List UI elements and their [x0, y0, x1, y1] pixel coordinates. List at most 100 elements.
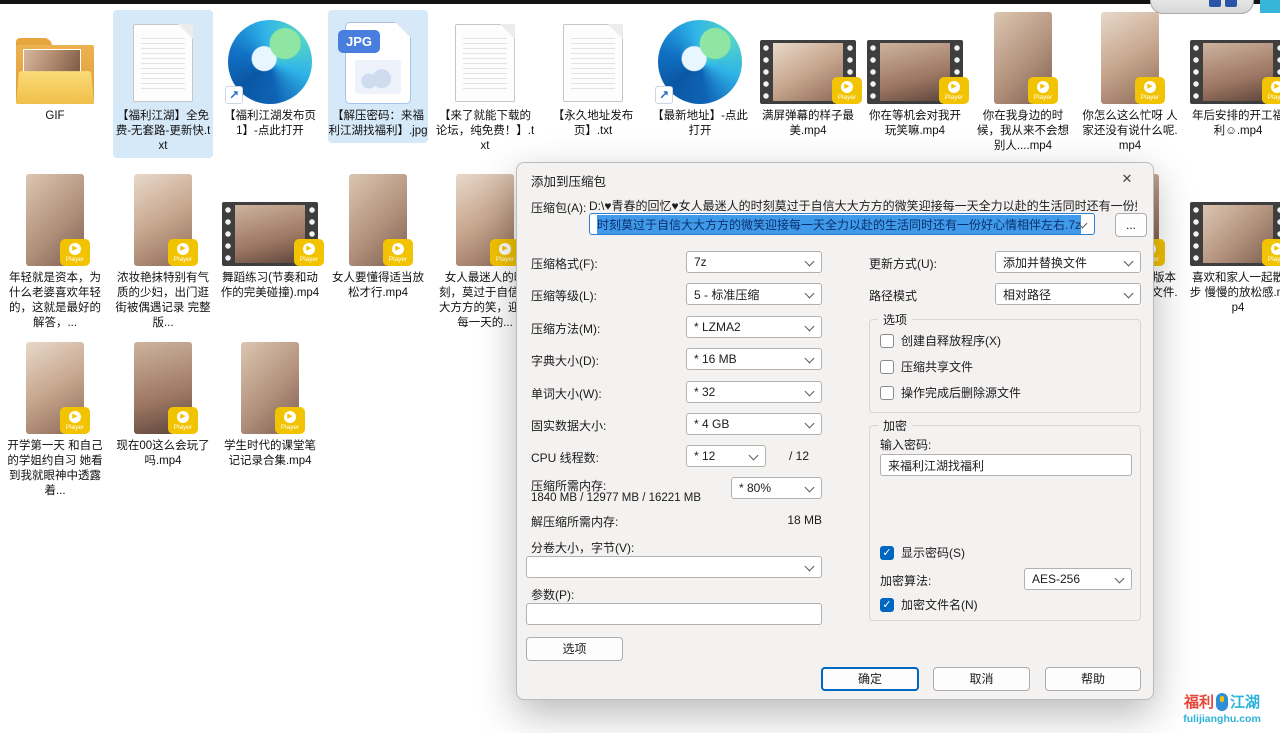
desktop-icon-video-02[interactable]: ▶Player 你在等机会对我开玩笑嘛.mp4 [865, 10, 965, 143]
desktop-icon-txt-permanent[interactable]: 【永久地址发布页】.txt [543, 10, 643, 143]
desktop-icon-video-03[interactable]: ▶Player 你在我身边的时候，我从来不会想别人....mp4 [973, 10, 1073, 158]
mem-percent-combo[interactable]: * 80% [731, 477, 822, 499]
browse-button[interactable]: ... [1115, 213, 1147, 237]
video-thumbnail: ▶Player [222, 202, 318, 266]
cpu-combo[interactable]: * 12 [686, 445, 766, 467]
video-thumbnail: ▶Player [26, 174, 84, 266]
password-input[interactable] [880, 454, 1132, 476]
icon-label: 喜欢和家人一起散步 慢慢的放松感.mp4 [1188, 271, 1280, 316]
check-icon: ✓ [880, 598, 894, 612]
add-to-archive-dialog: 添加到压缩包 ✕ 压缩包(A): D:\♥青春的回忆♥女人最迷人的时刻莫过于自信… [516, 162, 1154, 700]
checkbox-empty [880, 386, 894, 400]
site-logo: 福利 江湖 fulijianghu.com [1174, 691, 1270, 725]
icon-label: 现在00这么会玩了吗.mp4 [113, 439, 213, 469]
mem-decompress-value: 18 MB [722, 513, 822, 527]
word-combo[interactable]: * 32 [686, 381, 822, 403]
level-combo[interactable]: 5 - 标准压缩 [686, 283, 822, 305]
desktop-icon-video-15[interactable]: ▶Player 学生时代的课堂笔记记录合集.mp4 [220, 340, 320, 473]
video-thumbnail: ▶Player [241, 342, 299, 434]
desktop-icon-video-13[interactable]: ▶Player 开学第一天 和自己的学姐约自习 她看到我就眼神中透露着... [5, 340, 105, 503]
desktop-icon-video-07[interactable]: ▶Player 浓妆艳抹特别有气质的少妇，出门逛街被偶遇记录 完整版... [113, 172, 213, 335]
format-label: 压缩格式(F): [531, 255, 598, 272]
desktop-icon-txt-fulijianghu[interactable]: 【福利江湖】全免费-无套路-更新快.txt [113, 10, 213, 158]
level-label: 压缩等级(L): [531, 287, 597, 304]
desktop-icon-gif-folder[interactable]: GIF [5, 10, 105, 128]
player-badge: ▶Player [383, 239, 413, 266]
method-label: 压缩方法(M): [531, 320, 600, 337]
video-thumbnail: ▶Player [867, 40, 963, 104]
icon-label: 【福利江湖发布页1】-点此打开 [220, 109, 320, 139]
chevron-down-icon [805, 322, 815, 332]
icon-label: 舞蹈练习(节奏和动作的完美碰撞).mp4 [220, 271, 320, 301]
volume-combo[interactable] [526, 556, 822, 578]
floating-toolbar-partial[interactable] [1150, 0, 1254, 14]
video-thumbnail: ▶Player [349, 174, 407, 266]
desktop-icon-video-09[interactable]: ▶Player 女人要懂得适当放松才行.mp4 [328, 172, 428, 305]
desktop-icon-txt-forum[interactable]: 【来了就能下载的论坛，纯免费！】.txt [435, 10, 535, 158]
desktop-icon-video-01[interactable]: ▶Player 满屏弹幕的样子最美.mp4 [758, 10, 858, 143]
solid-combo[interactable]: * 4 GB [686, 413, 822, 435]
options-group: 选项 创建自释放程序(X) 压缩共享文件 操作完成后删除源文件 [869, 319, 1141, 413]
desktop-icon-edge-latest[interactable]: ↗ 【最新地址】-点此打开 [650, 10, 750, 143]
logo-domain: fulijianghu.com [1174, 713, 1270, 725]
play-icon: ▶ [177, 243, 189, 255]
mem-compress-detail: 1840 MB / 12977 MB / 16221 MB [531, 492, 701, 504]
update-mode-combo[interactable]: 添加并替换文件 [995, 251, 1141, 273]
mouse-icon [1216, 693, 1228, 711]
desktop-icon-video-06[interactable]: ▶Player 年轻就是资本，为什么老婆喜欢年轻的，这就是最好的解答，... [5, 172, 105, 335]
play-icon: ▶ [1271, 243, 1280, 255]
options-button[interactable]: 选项 [526, 637, 623, 661]
desktop-icon-video-08[interactable]: ▶Player 舞蹈练习(节奏和动作的完美碰撞).mp4 [220, 172, 320, 305]
icon-label: 【解压密码：来福利江湖找福利】.jpg [328, 109, 428, 139]
desktop-icon-video-05[interactable]: ▶Player 年后安排的开工福利☺.mp4 [1188, 10, 1280, 143]
chevron-down-icon [805, 419, 815, 429]
algo-label: 加密算法: [880, 572, 931, 589]
path-mode-combo[interactable]: 相对路径 [995, 283, 1141, 305]
play-icon: ▶ [841, 81, 853, 93]
icon-label: 你怎么这么忙呀 人家还没有说什么呢.mp4 [1080, 109, 1180, 154]
player-badge: ▶Player [1262, 77, 1280, 104]
archive-label: 压缩包(A): [531, 199, 586, 216]
chevron-down-icon [749, 451, 759, 461]
video-thumbnail: ▶Player [134, 174, 192, 266]
archive-name-combo[interactable]: 时刻莫过于自信大大方方的微笑迎接每一天全力以赴的生活同时还有一份好心情相伴左右.… [589, 213, 1095, 235]
icon-label: 【来了就能下载的论坛，纯免费！】.txt [435, 109, 535, 154]
archive-path-overflow: D:\♥青春的回忆♥女人最迷人的时刻莫过于自信大大方方的微笑迎接每一天全力以赴的… [589, 197, 1137, 214]
dict-combo[interactable]: * 16 MB [686, 348, 822, 370]
show-password-checkbox[interactable]: ✓显示密码(S) [880, 544, 965, 561]
icon-label: 开学第一天 和自己的学姐约自习 她看到我就眼神中透露着... [5, 439, 105, 499]
delete-after-checkbox[interactable]: 操作完成后删除源文件 [880, 384, 1021, 401]
text-file-icon [563, 24, 623, 102]
video-thumbnail: ▶Player [1101, 12, 1159, 104]
cancel-button[interactable]: 取消 [933, 667, 1030, 691]
player-badge: ▶Player [168, 239, 198, 266]
play-icon: ▶ [392, 243, 404, 255]
text-file-icon [455, 24, 515, 102]
desktop-icon-edge-release-page[interactable]: ↗ 【福利江湖发布页1】-点此打开 [220, 10, 320, 143]
shortcut-arrow-icon: ↗ [655, 86, 673, 104]
shared-files-checkbox[interactable]: 压缩共享文件 [880, 358, 973, 375]
play-icon: ▶ [499, 243, 511, 255]
play-icon: ▶ [69, 411, 81, 423]
chevron-down-icon [1115, 574, 1125, 584]
ok-button[interactable]: 确定 [821, 667, 919, 691]
method-combo[interactable]: * LZMA2 [686, 316, 822, 338]
sfx-checkbox[interactable]: 创建自释放程序(X) [880, 332, 1001, 349]
help-button[interactable]: 帮助 [1045, 667, 1141, 691]
format-combo[interactable]: 7z [686, 251, 822, 273]
params-input[interactable] [526, 603, 822, 625]
close-icon[interactable]: ✕ [1115, 169, 1139, 189]
desktop-icon-video-14[interactable]: ▶Player 现在00这么会玩了吗.mp4 [113, 340, 213, 473]
player-badge: ▶Player [60, 407, 90, 434]
algo-combo[interactable]: AES-256 [1024, 568, 1132, 590]
play-icon: ▶ [284, 411, 296, 423]
desktop-icon-jpg-password[interactable]: JPG 【解压密码：来福利江湖找福利】.jpg [328, 10, 428, 143]
chevron-down-icon [805, 354, 815, 364]
update-mode-label: 更新方式(U): [869, 255, 937, 272]
encrypt-names-checkbox[interactable]: ✓加密文件名(N) [880, 596, 978, 613]
word-label: 单词大小(W): [531, 385, 602, 402]
player-badge: ▶Player [1135, 77, 1165, 104]
cpu-max-suffix: / 12 [789, 449, 809, 463]
desktop-icon-video-04[interactable]: ▶Player 你怎么这么忙呀 人家还没有说什么呢.mp4 [1080, 10, 1180, 158]
desktop-icon-video-12[interactable]: ▶Player 喜欢和家人一起散步 慢慢的放松感.mp4 [1188, 172, 1280, 320]
